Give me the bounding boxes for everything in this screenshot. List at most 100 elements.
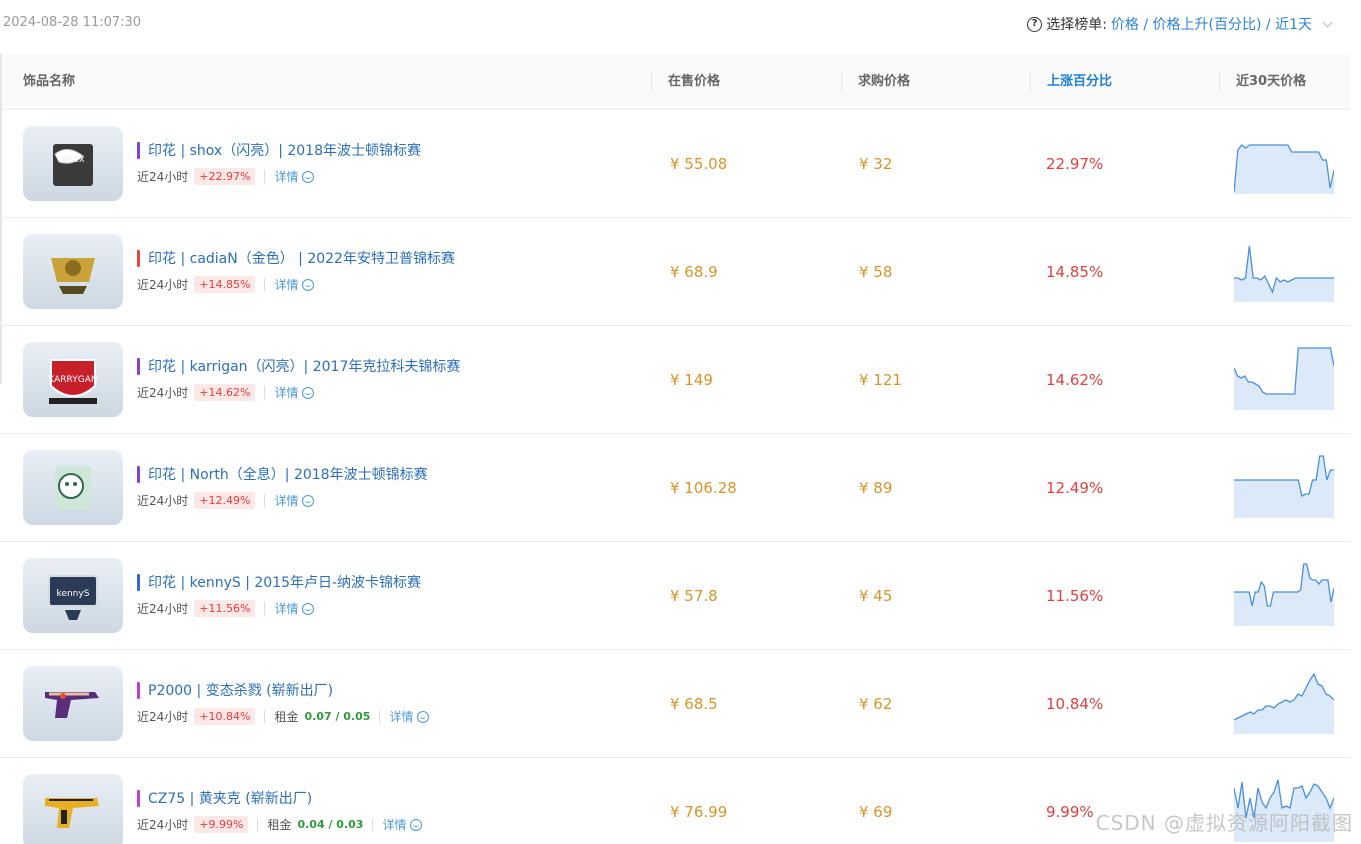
watermark: CSDN @虚拟资源阿阳截图 xyxy=(1095,811,1353,835)
item-name-link[interactable]: CZ75 | 黄夹克 (崭新出厂) xyxy=(137,788,312,808)
sparkline-area xyxy=(1234,564,1334,626)
item-name-link[interactable]: P2000 | 变态杀戮 (崭新出厂) xyxy=(137,680,333,700)
buy-price: ¥ 89 xyxy=(859,479,893,497)
item-thumbnail[interactable] xyxy=(23,666,123,741)
top-bar: 2024-08-28 11:07:30 ? 选择榜单: 价格 / 价格上升(百分… xyxy=(0,0,1361,54)
header-rise-percent[interactable]: 上涨百分比 xyxy=(1030,72,1112,92)
rise-percent: 14.62% xyxy=(1046,371,1104,389)
detail-link[interactable]: 详情 xyxy=(274,384,315,401)
buy-price: ¥ 121 xyxy=(859,371,902,389)
rent-label: 租金 xyxy=(274,710,299,724)
header-name: 饰品名称 xyxy=(23,74,76,89)
detail-link[interactable]: 详情 xyxy=(274,168,315,185)
item-meta: 近24小时 +10.84% 租金 0.07 / 0.05 详情 xyxy=(137,708,430,725)
sticker-cadian-image xyxy=(51,258,95,294)
detail-label: 详情 xyxy=(274,494,299,508)
item-thumbnail[interactable]: kennyS xyxy=(23,558,123,633)
sparkline-area xyxy=(1234,674,1334,734)
item-thumbnail[interactable] xyxy=(23,234,123,309)
meta-divider xyxy=(264,386,266,399)
rarity-bar xyxy=(137,681,140,699)
rise-percent: 14.85% xyxy=(1046,263,1104,281)
item-name-link[interactable]: 印花 | karrigan（闪亮）| 2017年克拉科夫锦标赛 xyxy=(137,356,460,376)
item-name-link[interactable]: 印花 | kennyS | 2015年卢日-纳波卡锦标赛 xyxy=(137,572,421,592)
item-name: 印花 | North（全息）| 2018年波士顿锦标赛 xyxy=(148,467,428,483)
trend-sparkline xyxy=(1234,455,1334,518)
change-badge: +10.84% xyxy=(194,708,256,725)
sticker-kennys-image: kennyS xyxy=(48,575,98,620)
item-name: P2000 | 变态杀戮 (崭新出厂) xyxy=(148,683,334,699)
rarity-bar xyxy=(137,573,140,591)
sell-price: ¥ 57.8 xyxy=(670,587,718,605)
rarity-bar xyxy=(137,141,140,159)
table-row[interactable]: 印花 | cadiaN（金色） | 2022年安特卫普锦标赛 近24小时 +14… xyxy=(0,218,1350,326)
meta-divider xyxy=(264,602,266,615)
rise-percent: 9.99% xyxy=(1046,803,1094,821)
detail-link[interactable]: 详情 xyxy=(382,816,423,833)
item-name: 印花 | kennyS | 2015年卢日-纳波卡锦标赛 xyxy=(148,575,422,591)
sell-price: ¥ 55.08 xyxy=(670,155,728,173)
table-row[interactable]: P2000 | 变态杀戮 (崭新出厂) 近24小时 +10.84% 租金 0.0… xyxy=(0,650,1350,758)
detail-label: 详情 xyxy=(274,386,299,400)
rarity-bar xyxy=(137,249,140,267)
trend-sparkline xyxy=(1234,347,1334,410)
meta-divider xyxy=(379,710,381,723)
period-label: 近24小时 xyxy=(137,602,189,616)
smile-circle-icon xyxy=(302,278,315,291)
chevron-down-icon[interactable] xyxy=(1322,17,1333,27)
meta-divider xyxy=(264,710,266,723)
detail-link[interactable]: 详情 xyxy=(274,492,315,509)
question-circle-icon[interactable]: ? xyxy=(1027,16,1043,32)
rise-percent: 10.84% xyxy=(1046,695,1104,713)
buy-price: ¥ 32 xyxy=(859,155,893,173)
change-badge: +22.97% xyxy=(194,168,256,185)
smile-circle-icon xyxy=(302,494,315,507)
item-thumbnail[interactable]: shox xyxy=(23,126,123,201)
rank-value[interactable]: 价格 / 价格上升(百分比) / 近1天 xyxy=(1111,14,1312,34)
item-name-link[interactable]: 印花 | cadiaN（金色） | 2022年安特卫普锦标赛 xyxy=(137,248,455,268)
svg-text:kennyS: kennyS xyxy=(57,589,90,599)
item-thumbnail[interactable] xyxy=(23,774,123,844)
change-badge: +12.49% xyxy=(194,492,256,509)
rise-percent: 11.56% xyxy=(1046,587,1104,605)
weapon-cz75-image xyxy=(45,798,99,828)
detail-link[interactable]: 详情 xyxy=(274,276,315,293)
item-name-link[interactable]: 印花 | North（全息）| 2018年波士顿锦标赛 xyxy=(137,464,428,484)
rank-list-selector[interactable]: ? 选择榜单: 价格 / 价格上升(百分比) / 近1天 xyxy=(1027,14,1333,34)
rent-value: 0.04 / 0.03 xyxy=(297,818,364,831)
detail-label: 详情 xyxy=(274,278,299,292)
meta-divider xyxy=(264,170,266,183)
table-row[interactable]: 印花 | North（全息）| 2018年波士顿锦标赛 近24小时 +12.49… xyxy=(0,434,1350,542)
table-row[interactable]: KARRYGAN 印花 | karrigan（闪亮）| 2017年克拉科夫锦标赛… xyxy=(0,326,1350,434)
smile-circle-icon xyxy=(417,710,430,723)
table-row[interactable]: shox 印花 | shox（闪亮）| 2018年波士顿锦标赛 近24小时 +2… xyxy=(0,110,1350,218)
rise-percent: 12.49% xyxy=(1046,479,1104,497)
meta-divider xyxy=(257,818,259,831)
rank-label: 选择榜单: xyxy=(1046,17,1107,33)
item-thumbnail[interactable] xyxy=(23,450,123,525)
buy-price: ¥ 58 xyxy=(859,263,893,281)
item-name-link[interactable]: 印花 | shox（闪亮）| 2018年波士顿锦标赛 xyxy=(137,140,421,160)
detail-link[interactable]: 详情 xyxy=(389,708,430,725)
table-row[interactable]: kennyS 印花 | kennyS | 2015年卢日-纳波卡锦标赛 近24小… xyxy=(0,542,1350,650)
item-meta: 近24小时 +14.62% 详情 xyxy=(137,384,315,401)
sparkline-area xyxy=(1234,456,1334,518)
change-badge: +14.85% xyxy=(194,276,256,293)
trend-sparkline xyxy=(1234,563,1334,626)
header-buy-price[interactable]: 求购价格 xyxy=(841,72,910,92)
rarity-bar xyxy=(137,357,140,375)
sell-price: ¥ 76.99 xyxy=(670,803,728,821)
trend-sparkline xyxy=(1234,245,1334,302)
sell-price: ¥ 68.5 xyxy=(670,695,718,713)
detail-link[interactable]: 详情 xyxy=(274,600,315,617)
item-name: 印花 | cadiaN（金色） | 2022年安特卫普锦标赛 xyxy=(148,251,455,267)
buy-price: ¥ 45 xyxy=(859,587,893,605)
item-meta: 近24小时 +11.56% 详情 xyxy=(137,600,315,617)
sell-price: ¥ 68.9 xyxy=(670,263,718,281)
period-label: 近24小时 xyxy=(137,494,189,508)
svg-text:KARRYGAN: KARRYGAN xyxy=(48,375,97,385)
header-sell-price[interactable]: 在售价格 xyxy=(651,72,720,92)
smile-circle-icon xyxy=(410,818,423,831)
smile-circle-icon xyxy=(302,386,315,399)
item-thumbnail[interactable]: KARRYGAN xyxy=(23,342,123,417)
